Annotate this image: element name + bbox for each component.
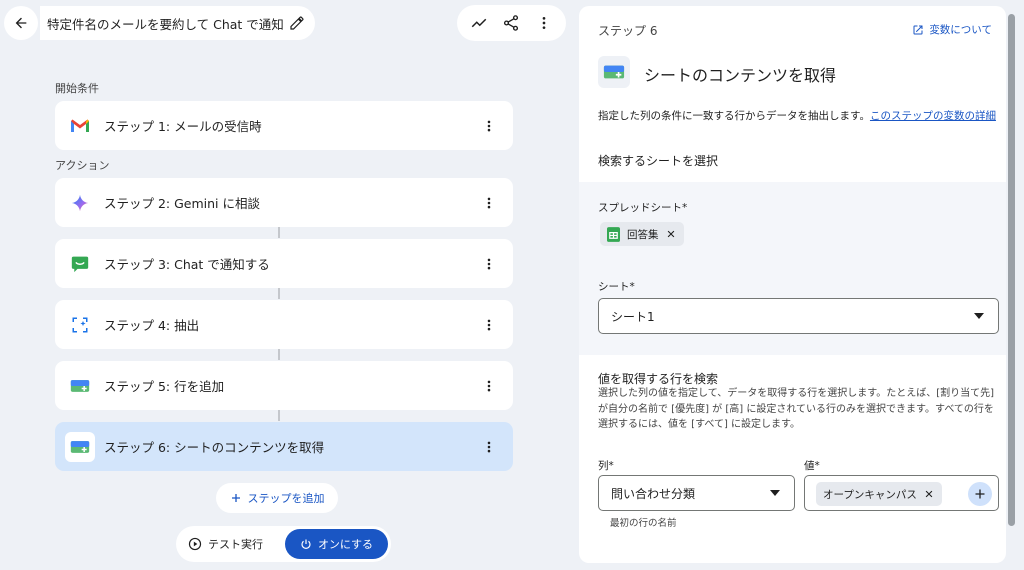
- add-step-button[interactable]: ステップを追加: [216, 483, 338, 513]
- trending-icon: [471, 18, 487, 28]
- step-more-button[interactable]: [479, 190, 499, 216]
- step-connector: [278, 288, 280, 299]
- column-select[interactable]: 問い合わせ分類: [598, 475, 795, 511]
- panel-title: シートのコンテンツを取得: [644, 66, 837, 85]
- step-card-1[interactable]: ステップ 1: メールの受信時: [55, 101, 513, 150]
- step-connector: [278, 349, 280, 360]
- add-step-label: ステップを追加: [247, 492, 325, 505]
- step-card-3[interactable]: ステップ 3: Chat で通知する: [55, 239, 513, 288]
- step-details-panel: ステップ 6 変数について シートのコンテンツを取得 指定した列の条件に一致する…: [579, 6, 1006, 563]
- step-label: ステップ 5: 行を追加: [104, 379, 225, 394]
- panel-description-text: 指定した列の条件に一致する行からデータを抽出します。: [598, 110, 870, 122]
- spreadsheet-label: スプレッドシート*: [598, 202, 688, 214]
- step-label: ステップ 2: Gemini に相談: [104, 196, 261, 211]
- flow-title-field[interactable]: 特定件名のメールを要約して Chat で通知: [40, 6, 315, 40]
- gemini-icon: [65, 188, 95, 218]
- close-icon[interactable]: [666, 229, 676, 239]
- column-label: 列*: [598, 460, 614, 472]
- row-search-heading: 値を取得する行を検索: [598, 372, 719, 386]
- step-variables-link[interactable]: このステップの変数の詳細: [870, 110, 996, 122]
- more-vert-icon: [487, 120, 491, 131]
- step-card-2[interactable]: ステップ 2: Gemini に相談: [55, 178, 513, 227]
- step-label: ステップ 6: シートのコンテンツを取得: [104, 440, 325, 455]
- test-run-label: テスト実行: [208, 538, 263, 551]
- arrow-back-icon: [15, 17, 27, 29]
- step-label: ステップ 1: メールの受信時: [104, 119, 262, 134]
- bottom-action-bar: テスト実行 オンにする: [176, 526, 391, 562]
- step-connector: [278, 227, 280, 238]
- value-label: 値*: [804, 460, 820, 472]
- variables-help-label: 変数について: [929, 24, 992, 36]
- sheet-label: シート*: [598, 281, 635, 293]
- panel-sheet-icon: [598, 56, 630, 88]
- variables-help-link[interactable]: 変数について: [912, 22, 992, 37]
- edit-pencil-icon[interactable]: [289, 15, 305, 31]
- open-in-new-icon: [913, 25, 923, 34]
- turn-on-label: オンにする: [317, 538, 374, 551]
- top-actions: [457, 5, 566, 41]
- add-value-button[interactable]: [968, 482, 992, 506]
- dropdown-arrow-icon: [974, 313, 984, 319]
- select-sheet-section: スプレッドシート* 回答集 シート* シート1: [579, 182, 1006, 355]
- spreadsheet-chip-label: 回答集: [627, 228, 659, 241]
- sheet-add-row-icon: [65, 371, 95, 401]
- value-chip-label: オープンキャンパス: [823, 488, 917, 501]
- step-label: ステップ 4: 抽出: [104, 318, 200, 333]
- step-label: ステップ 3: Chat で通知する: [104, 257, 270, 272]
- step-card-5[interactable]: ステップ 5: 行を追加: [55, 361, 513, 410]
- panel-description: 指定した列の条件に一致する行からデータを抽出します。このステップの変数の詳細: [598, 108, 998, 124]
- step-card-4[interactable]: ステップ 4: 抽出: [55, 300, 513, 349]
- more-vert-icon: [487, 258, 491, 269]
- sheet-select-value: シート1: [611, 309, 655, 324]
- trigger-section-label: 開始条件: [55, 82, 99, 95]
- gmail-icon: [65, 111, 95, 141]
- value-field[interactable]: オープンキャンパス: [804, 475, 999, 511]
- turn-on-button[interactable]: オンにする: [285, 529, 388, 559]
- sheet-get-content-icon: [65, 431, 95, 462]
- chat-icon: [65, 249, 95, 279]
- more-options-button[interactable]: [531, 10, 557, 36]
- sheet-select[interactable]: シート1: [598, 298, 999, 334]
- extract-icon: [65, 310, 95, 340]
- action-section-label: アクション: [55, 159, 110, 172]
- step-card-6[interactable]: ステップ 6: シートのコンテンツを取得: [55, 422, 513, 471]
- play-circle-icon: [188, 537, 202, 551]
- flow-title: 特定件名のメールを要約して Chat で通知: [47, 16, 284, 32]
- panel-scrollbar[interactable]: [1008, 14, 1015, 526]
- power-icon: [301, 539, 311, 549]
- plus-icon: [231, 494, 240, 502]
- more-vert-icon: [487, 380, 491, 391]
- google-sheets-icon: [607, 226, 620, 242]
- activity-button[interactable]: [466, 10, 492, 36]
- select-sheet-heading: 検索するシートを選択: [598, 154, 719, 168]
- share-button[interactable]: [498, 10, 524, 36]
- step-more-button[interactable]: [479, 251, 499, 277]
- back-button[interactable]: [4, 6, 38, 40]
- step-connector: [278, 410, 280, 421]
- step-more-button[interactable]: [479, 113, 499, 139]
- value-chip[interactable]: オープンキャンパス: [816, 482, 942, 506]
- dropdown-arrow-icon: [770, 490, 780, 496]
- column-helper-text: 最初の行の名前: [610, 518, 677, 529]
- step-more-button[interactable]: [479, 434, 499, 460]
- more-vert-icon: [487, 197, 491, 208]
- more-vert-icon: [487, 441, 491, 452]
- share-icon: [504, 15, 519, 31]
- test-run-button[interactable]: テスト実行: [188, 536, 285, 552]
- column-select-value: 問い合わせ分類: [611, 486, 696, 501]
- more-vert-icon: [487, 319, 491, 330]
- spreadsheet-chip[interactable]: 回答集: [600, 222, 684, 246]
- close-icon[interactable]: [924, 489, 934, 499]
- panel-step-number: ステップ 6: [598, 24, 658, 38]
- row-search-description: 選択した列の値を指定して、データを取得する行を選択します。たとえば、[割り当て先…: [598, 388, 995, 430]
- step-more-button[interactable]: [479, 373, 499, 399]
- more-vert-icon: [542, 17, 546, 29]
- step-more-button[interactable]: [479, 312, 499, 338]
- plus-icon: [975, 489, 985, 499]
